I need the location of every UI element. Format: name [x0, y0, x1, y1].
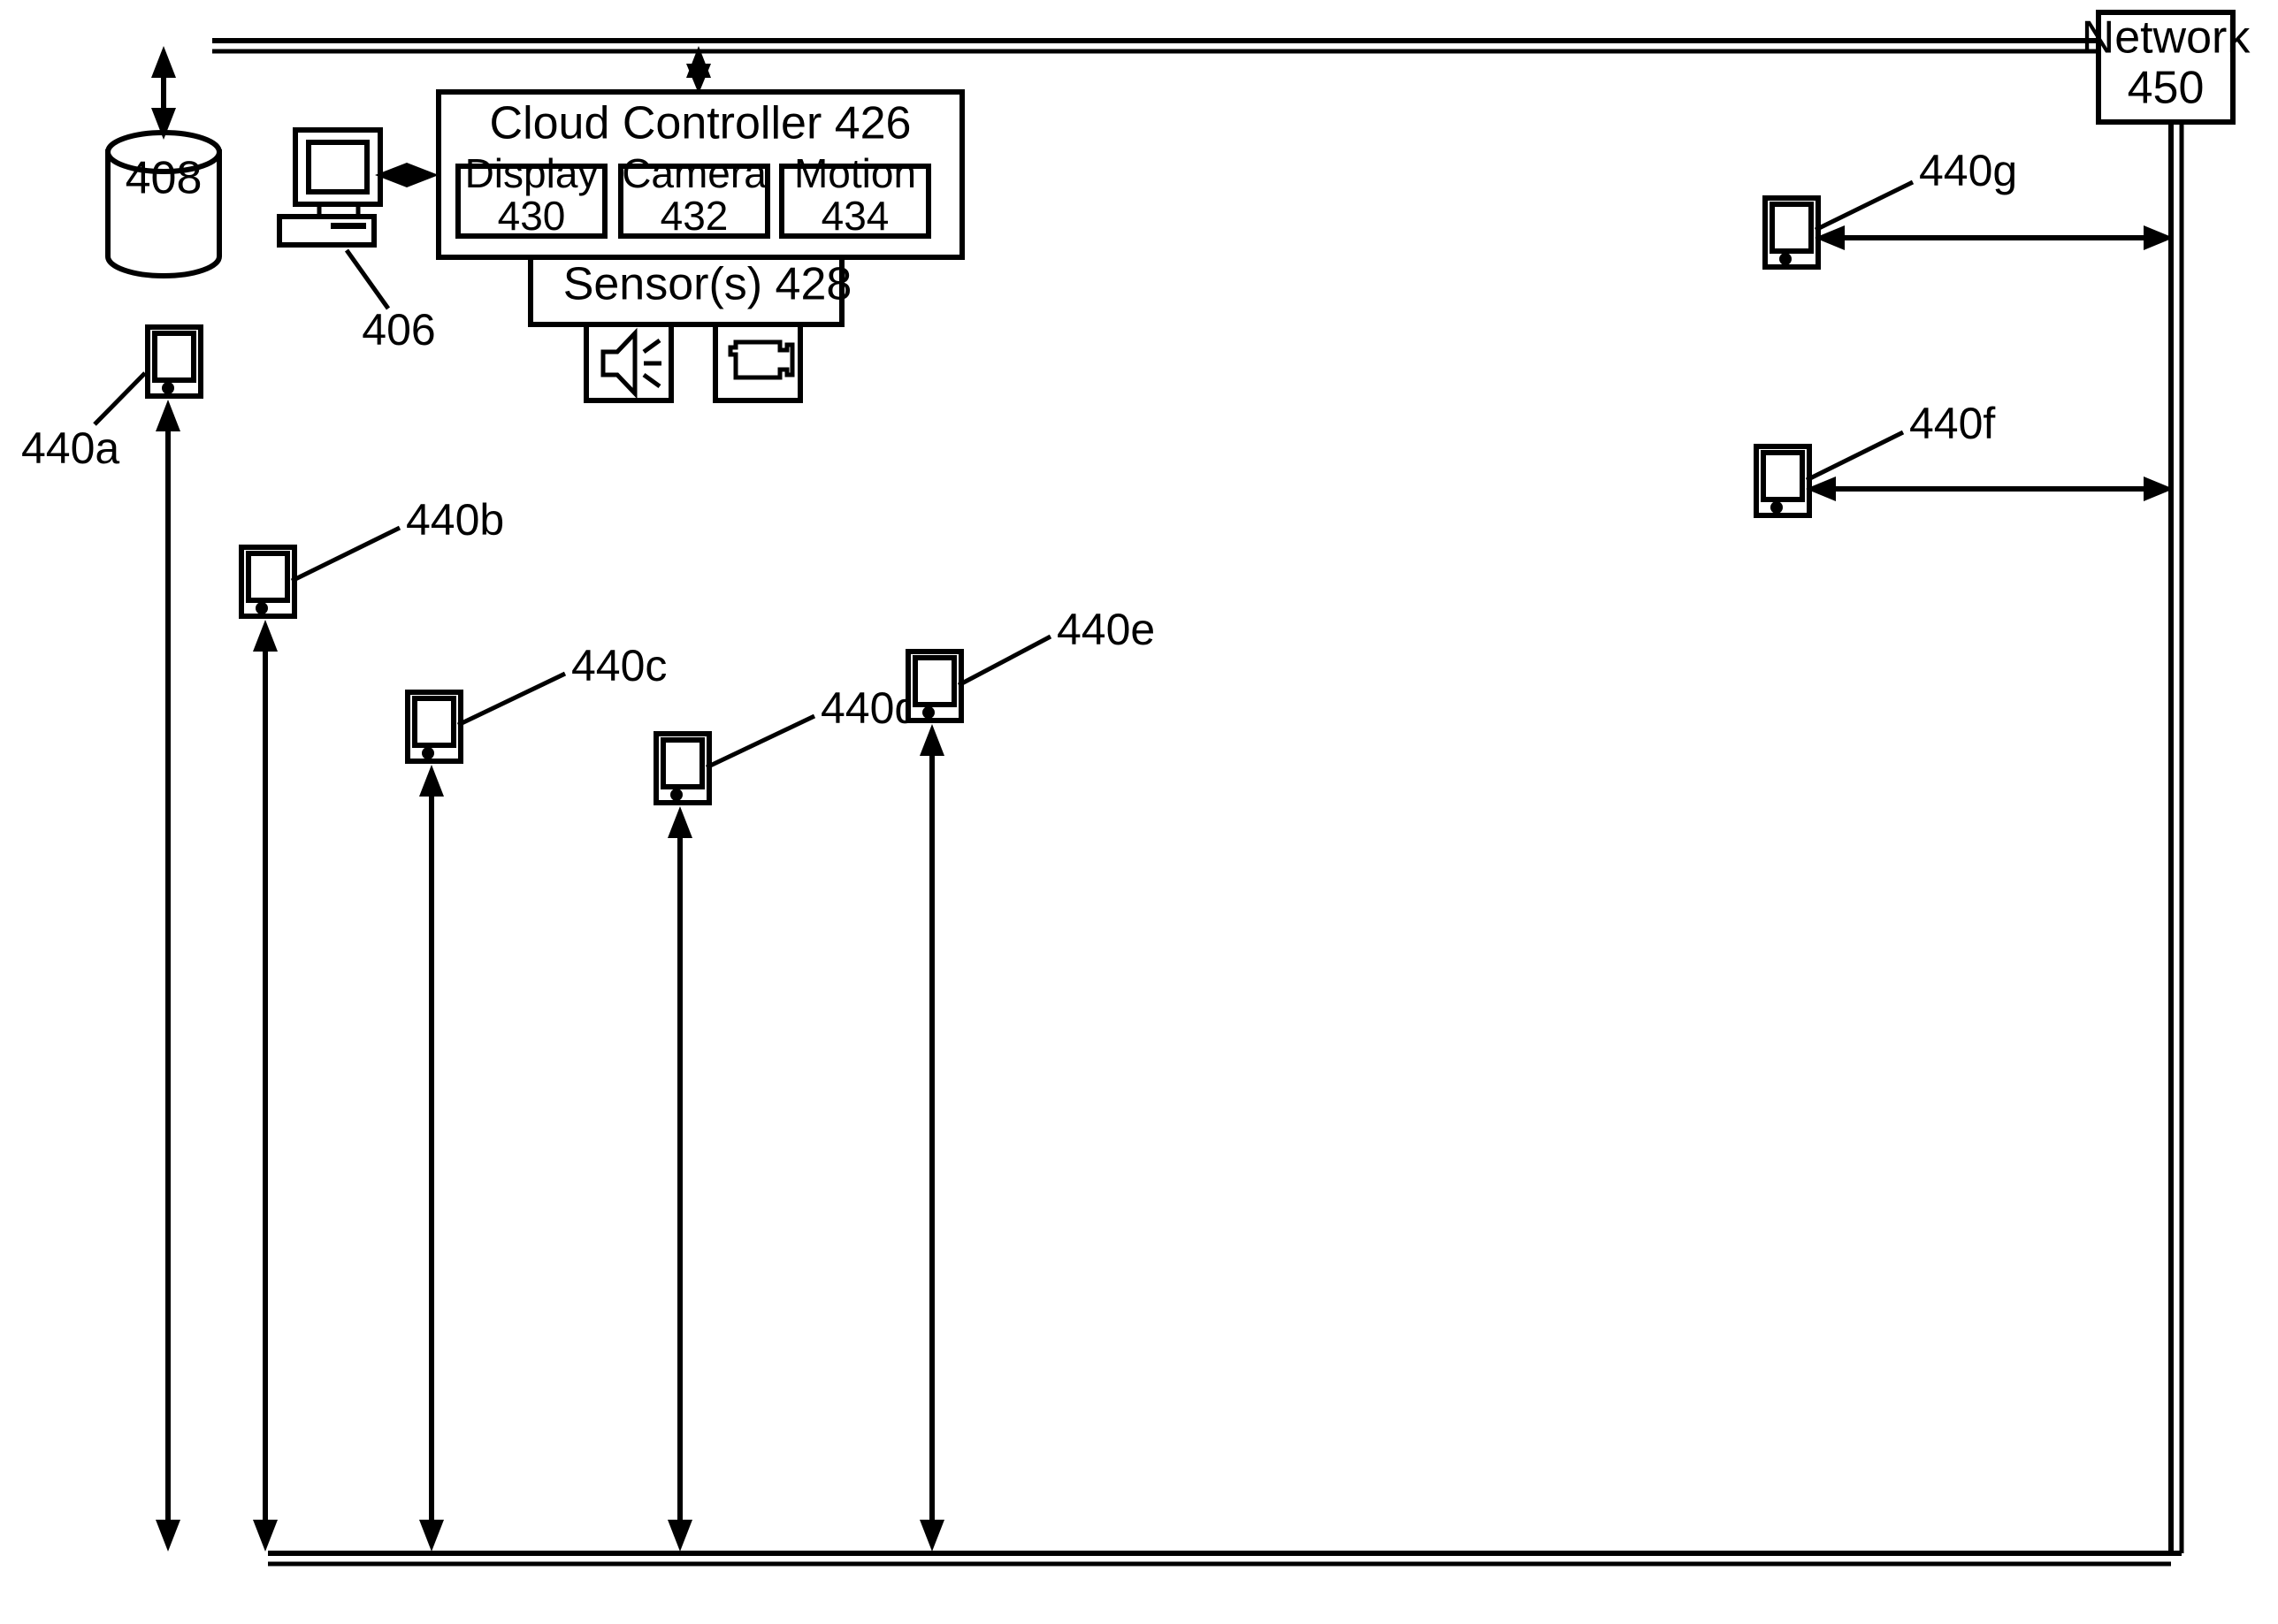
module-camera-ref: 432 — [661, 193, 729, 239]
arrow-440c-to-bottom-bus — [419, 765, 444, 1552]
arrow-440d-to-bottom-bus — [668, 806, 692, 1552]
mobile-device-440f-ref: 440f — [1909, 399, 1995, 448]
database-ref: 408 — [126, 153, 203, 204]
network-ref: 450 — [2128, 63, 2205, 114]
database-node[interactable]: 408 — [105, 130, 222, 278]
mobile-device-440c[interactable] — [405, 690, 463, 764]
sensors-title: Sensor(s) 428 — [563, 259, 852, 310]
mobile-device-440e[interactable] — [906, 649, 964, 723]
module-display[interactable]: Display 430 — [455, 150, 608, 239]
arrow-database-to-bus — [151, 46, 176, 140]
leader-440b: 440b — [290, 495, 504, 583]
leader-440g: 440g — [1814, 146, 2017, 233]
sensors-node[interactable]: Sensor(s) 428 — [528, 255, 852, 327]
module-camera[interactable]: Camera 432 — [618, 150, 770, 239]
arrow-440a-to-bottom-bus — [156, 400, 180, 1552]
module-display-name: Display — [465, 150, 599, 196]
bottom-bus — [268, 1551, 2182, 1567]
mobile-device-440b-ref: 440b — [406, 495, 504, 545]
leader-440c: 440c — [456, 641, 667, 728]
module-camera-name: Camera — [622, 150, 767, 196]
cloud-controller-title: Cloud Controller 426 — [490, 98, 912, 149]
mobile-device-440g-ref: 440g — [1919, 146, 2017, 195]
arrow-440b-to-bottom-bus — [253, 620, 278, 1552]
cloud-controller-node[interactable]: Cloud Controller 426 Display 430 Camera … — [436, 89, 965, 260]
mobile-device-440e-ref: 440e — [1057, 605, 1155, 654]
mobile-device-440b[interactable] — [239, 545, 297, 619]
top-bus — [212, 38, 2098, 54]
sensor-speaker-box[interactable] — [584, 322, 674, 403]
diagram-svg: Network 450 408 406 Cloud Controller 426… — [21, 10, 2251, 1567]
patent-diagram-canvas: Network 450 408 406 Cloud Controller 426… — [0, 0, 2278, 1624]
mobile-device-440d[interactable] — [654, 731, 712, 805]
arrow-440f-to-bus — [1806, 477, 2174, 501]
module-motion[interactable]: Motion 434 — [779, 150, 931, 239]
mobile-device-440c-ref: 440c — [571, 641, 667, 690]
leader-440a: 440a — [21, 371, 147, 473]
leader-440d: 440d — [705, 683, 919, 770]
mobile-device-440g[interactable] — [1762, 195, 1821, 270]
arrow-workstation-to-controller — [375, 163, 439, 187]
network-node[interactable]: Network 450 — [2082, 10, 2251, 125]
leader-440f: 440f — [1805, 399, 1995, 483]
workstation-ref: 406 — [362, 305, 435, 355]
leader-440e: 440e — [957, 605, 1155, 688]
module-display-ref: 430 — [498, 193, 566, 239]
right-vertical-bus — [2168, 121, 2184, 1553]
mobile-device-440a[interactable] — [145, 324, 203, 399]
network-label: Network — [2082, 12, 2251, 64]
mobile-device-440a-ref: 440a — [21, 423, 119, 473]
module-motion-ref: 434 — [822, 193, 890, 239]
sensor-camera-box[interactable] — [713, 322, 803, 403]
arrow-440g-to-bus — [1815, 225, 2174, 250]
leader-406: 406 — [344, 248, 436, 355]
workstation-node[interactable] — [277, 127, 383, 248]
mobile-device-440d-ref: 440d — [821, 683, 919, 733]
module-motion-name: Motion — [794, 150, 916, 196]
arrow-440e-to-bottom-bus — [920, 724, 944, 1552]
mobile-device-440f[interactable] — [1754, 444, 1812, 518]
